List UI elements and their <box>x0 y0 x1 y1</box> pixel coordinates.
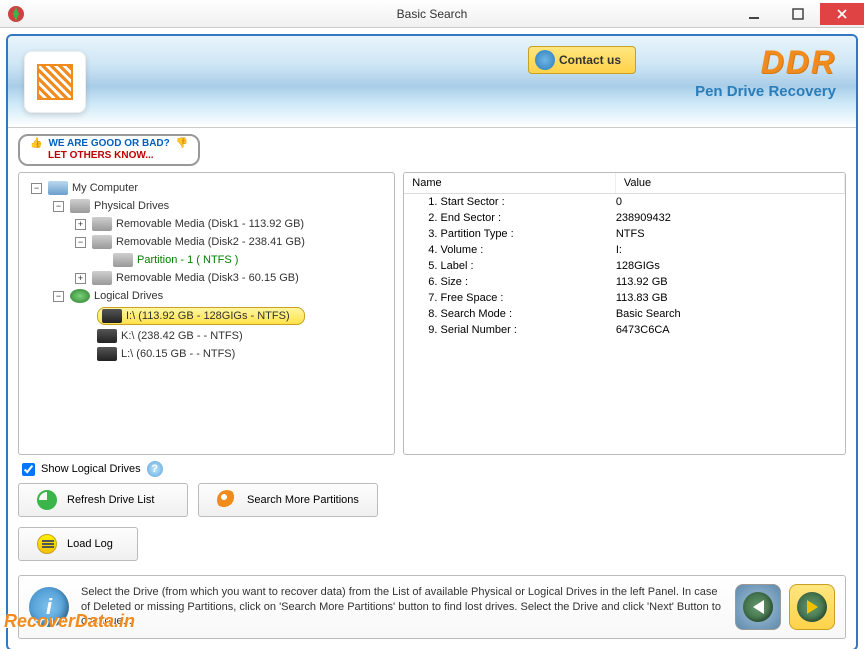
app-logo <box>24 51 86 113</box>
next-button[interactable] <box>789 584 835 630</box>
partition-item[interactable]: Partition - 1 ( NTFS ) <box>137 254 238 266</box>
property-row: 9. Serial Number :6473C6CA <box>404 322 845 338</box>
properties-header: Name Value <box>404 173 845 194</box>
footer-help-text: Select the Drive (from which you want to… <box>81 585 723 630</box>
search-icon <box>217 490 237 510</box>
computer-icon <box>48 181 68 195</box>
back-button[interactable] <box>735 584 781 630</box>
property-row: 6. Size :113.92 GB <box>404 274 845 290</box>
disk-icon <box>97 347 117 361</box>
drive-item-selected[interactable]: I:\ (113.92 GB - 128GIGs - NTFS) <box>97 307 305 325</box>
banner: Contact us DDR Pen Drive Recovery <box>8 36 856 128</box>
search-more-partitions-button[interactable]: Search More Partitions <box>198 483 378 517</box>
drive-icon <box>92 271 112 285</box>
property-row: 3. Partition Type :NTFS <box>404 226 845 242</box>
disk-icon <box>97 329 117 343</box>
drive-item[interactable]: L:\ (60.15 GB - - NTFS) <box>121 348 235 360</box>
help-icon[interactable]: ? <box>147 461 163 477</box>
drive-item[interactable]: K:\ (238.42 GB - - NTFS) <box>121 330 243 342</box>
expand-toggle[interactable]: + <box>75 219 86 230</box>
property-row: 8. Search Mode :Basic Search <box>404 306 845 322</box>
expand-toggle[interactable]: − <box>53 201 64 212</box>
property-row: 5. Label :128GIGs <box>404 258 845 274</box>
watermark: RecoverData.in <box>4 611 135 632</box>
drive-icon <box>92 217 112 231</box>
log-icon <box>37 534 57 554</box>
brand: DDR Pen Drive Recovery <box>695 44 836 100</box>
expand-toggle[interactable]: − <box>75 237 86 248</box>
drive-icon <box>70 199 90 213</box>
partition-icon <box>113 253 133 267</box>
contact-us-button[interactable]: Contact us <box>528 46 636 74</box>
show-logical-label: Show Logical Drives <box>41 463 141 475</box>
expand-toggle[interactable]: − <box>53 291 64 302</box>
brand-subtitle: Pen Drive Recovery <box>695 83 836 100</box>
logical-drives-icon <box>70 289 90 303</box>
property-row: 4. Volume :I: <box>404 242 845 258</box>
refresh-drive-list-button[interactable]: Refresh Drive List <box>18 483 188 517</box>
expand-toggle[interactable]: + <box>75 273 86 284</box>
drive-icon <box>92 235 112 249</box>
property-row: 2. End Sector :238909432 <box>404 210 845 226</box>
contact-label: Contact us <box>559 53 621 67</box>
load-log-button[interactable]: Load Log <box>18 527 138 561</box>
properties-panel: Name Value 1. Start Sector :02. End Sect… <box>403 172 846 455</box>
app-icon <box>6 4 26 24</box>
disk-icon <box>102 309 122 323</box>
contact-icon <box>535 50 555 70</box>
window-title: Basic Search <box>397 7 468 21</box>
show-logical-drives-checkbox[interactable] <box>22 463 35 476</box>
brand-logo-text: DDR <box>695 44 836 81</box>
property-row: 7. Free Space :113.83 GB <box>404 290 845 306</box>
minimize-button[interactable] <box>732 3 776 25</box>
close-button[interactable] <box>820 3 864 25</box>
footer-bar: i Select the Drive (from which you want … <box>18 575 846 639</box>
review-button[interactable]: 👍 WE ARE GOOD OR BAD? 👎 LET OTHERS KNOW.… <box>18 134 200 166</box>
maximize-button[interactable] <box>776 3 820 25</box>
drive-tree[interactable]: −My Computer −Physical Drives +Removable… <box>18 172 395 455</box>
property-row: 1. Start Sector :0 <box>404 194 845 210</box>
titlebar: Basic Search <box>0 0 864 28</box>
expand-toggle[interactable]: − <box>31 183 42 194</box>
refresh-icon <box>37 490 57 510</box>
